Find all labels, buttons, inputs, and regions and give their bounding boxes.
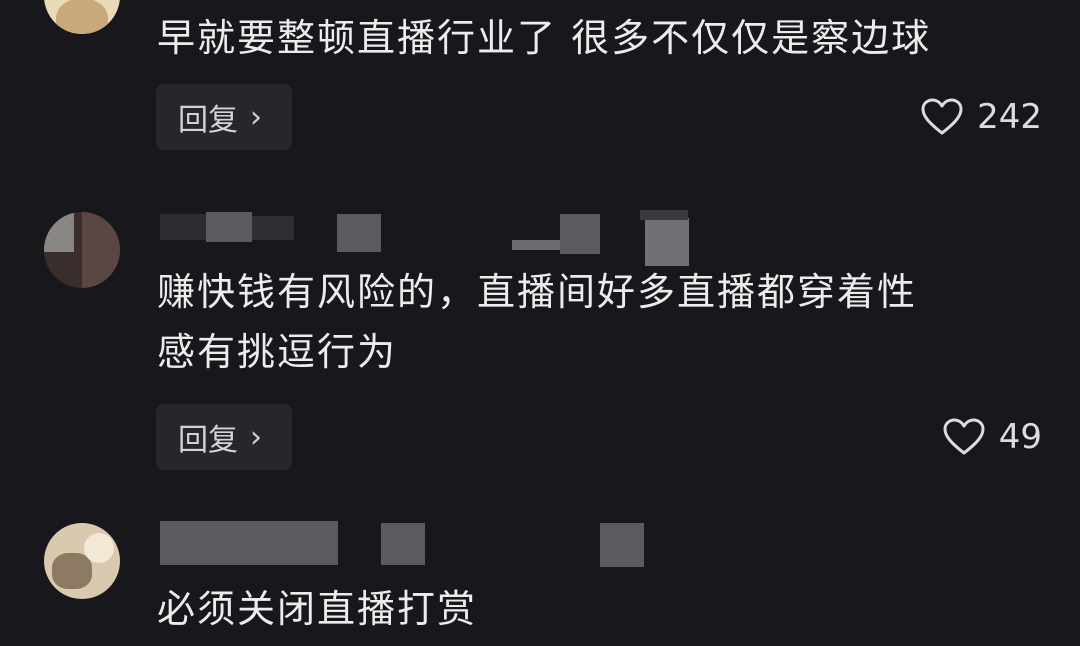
masked-username <box>337 214 381 252</box>
avatar-detail <box>84 533 114 563</box>
like-button[interactable]: 49 <box>943 412 1042 462</box>
avatar[interactable] <box>44 212 120 288</box>
avatar[interactable] <box>44 523 120 599</box>
heart-outline-icon <box>921 98 963 135</box>
masked-username <box>160 214 210 240</box>
reply-button[interactable]: 回复 › <box>156 84 292 150</box>
avatar[interactable] <box>44 0 120 34</box>
masked-username <box>512 240 562 250</box>
chevron-right-icon: › <box>250 99 262 135</box>
masked-username <box>560 214 600 254</box>
chevron-right-icon: › <box>250 419 262 455</box>
comment-text: 赚快钱有风险的，直播间好多直播都穿着性 感有挑逗行为 <box>157 270 918 374</box>
reply-label: 回复 <box>178 423 238 458</box>
comment-item: 早就要整顿直播行业了 很多不仅仅是察边球 回复 › 242 <box>0 0 1080 170</box>
masked-username <box>381 523 425 565</box>
reply-button[interactable]: 回复 › <box>156 404 292 470</box>
masked-username <box>640 210 688 220</box>
comment-item: 赚快钱有风险的，直播间好多直播都穿着性 感有挑逗行为 回复 › 49 <box>0 200 1080 490</box>
masked-username <box>160 521 338 565</box>
comment-text: 早就要整顿直播行业了 很多不仅仅是察边球 <box>157 16 932 60</box>
like-count: 49 <box>998 417 1042 457</box>
avatar-detail <box>82 212 120 288</box>
reply-label: 回复 <box>178 103 238 138</box>
avatar-detail <box>44 212 74 252</box>
masked-username <box>206 212 252 242</box>
avatar-face <box>56 0 108 34</box>
heart-outline-icon <box>943 418 985 455</box>
like-count: 242 <box>977 97 1042 137</box>
like-button[interactable]: 242 <box>921 92 1042 142</box>
avatar-detail <box>52 553 92 589</box>
comment-list: 早就要整顿直播行业了 很多不仅仅是察边球 回复 › 242 赚快钱有风险的，直播… <box>0 0 1080 646</box>
comment-text: 必须关闭直播打赏 <box>157 587 478 631</box>
masked-username <box>600 523 644 567</box>
masked-username <box>645 218 689 266</box>
masked-username <box>252 216 294 240</box>
comment-item: 必须关闭直播打赏 <box>0 515 1080 646</box>
